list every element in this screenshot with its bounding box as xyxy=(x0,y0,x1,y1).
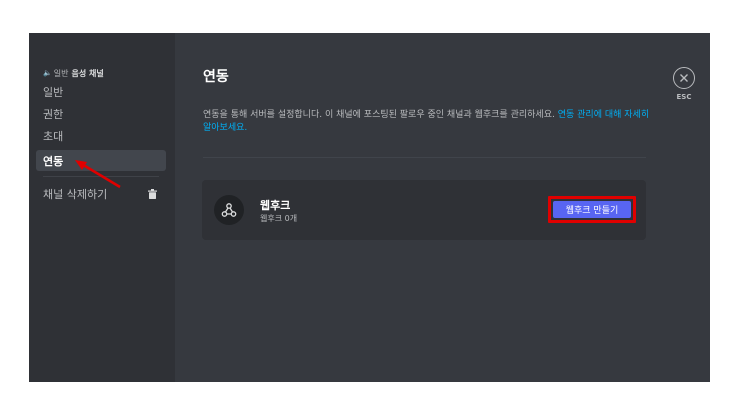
channel-settings-window: 🔈 일반 음성 채널 일반 권한 초대 연동 채널 삭제하기 연동 연동을 통해… xyxy=(29,33,710,382)
annotation-arrow xyxy=(75,160,121,189)
